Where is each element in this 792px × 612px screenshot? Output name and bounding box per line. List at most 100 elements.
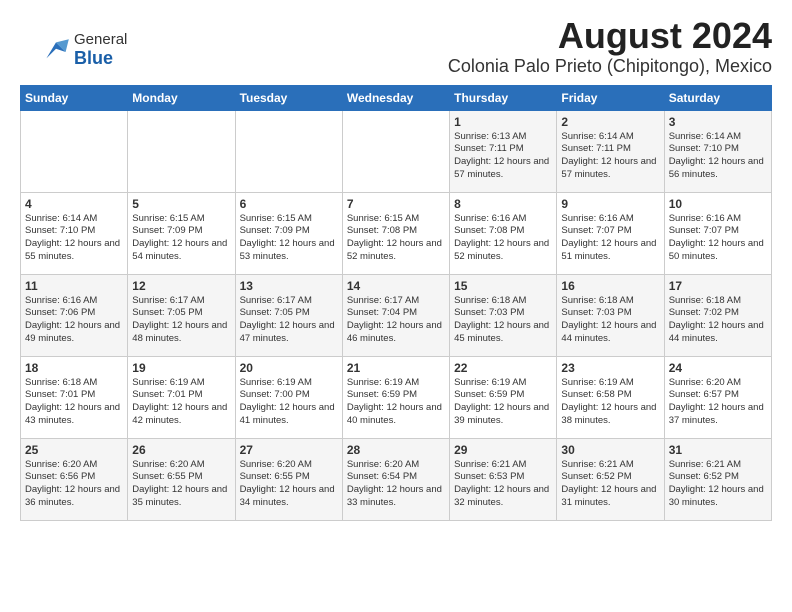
calendar-week-row-2: 4 Sunrise: 6:14 AM Sunset: 7:10 PM Daylig… bbox=[21, 192, 772, 274]
day-number: 16 bbox=[561, 279, 659, 293]
calendar-cell: 5 Sunrise: 6:15 AM Sunset: 7:09 PM Daylig… bbox=[128, 192, 235, 274]
cell-daylight-info: Sunrise: 6:17 AM Sunset: 7:05 PM Dayligh… bbox=[240, 295, 338, 346]
calendar-week-row-5: 25 Sunrise: 6:20 AM Sunset: 6:56 PM Dayli… bbox=[21, 438, 772, 520]
calendar-cell: 19Sunrise: 6:19 AM Sunset: 7:01 PM Dayli… bbox=[128, 356, 235, 438]
calendar-cell: 14 Sunrise: 6:17 AM Sunset: 7:04 PM Dayli… bbox=[342, 274, 449, 356]
cell-daylight-info: Sunrise: 6:19 AM Sunset: 6:58 PM Dayligh… bbox=[561, 377, 659, 428]
cell-daylight-info: Sunrise: 6:18 AM Sunset: 7:02 PM Dayligh… bbox=[669, 295, 767, 346]
calendar-cell: 8 Sunrise: 6:16 AM Sunset: 7:08 PM Daylig… bbox=[450, 192, 557, 274]
logo: General Blue bbox=[40, 32, 127, 68]
day-number: 24 bbox=[669, 361, 767, 375]
cell-daylight-info: Sunrise: 6:14 AM Sunset: 7:10 PM Dayligh… bbox=[669, 131, 767, 182]
cell-daylight-info: Sunrise: 6:15 AM Sunset: 7:09 PM Dayligh… bbox=[240, 213, 338, 264]
calendar-week-row-3: 11 Sunrise: 6:16 AM Sunset: 7:06 PM Dayli… bbox=[21, 274, 772, 356]
day-number: 15 bbox=[454, 279, 552, 293]
weekday-header-row: SundayMondayTuesdayWednesdayThursdayFrid… bbox=[21, 85, 772, 110]
cell-daylight-info: Sunrise: 6:15 AM Sunset: 7:08 PM Dayligh… bbox=[347, 213, 445, 264]
day-number: 6 bbox=[240, 197, 338, 211]
logo-blue-text: Blue bbox=[74, 49, 127, 69]
cell-daylight-info: Sunrise: 6:16 AM Sunset: 7:08 PM Dayligh… bbox=[454, 213, 552, 264]
day-number: 14 bbox=[347, 279, 445, 293]
day-number: 23 bbox=[561, 361, 659, 375]
weekday-header-wednesday: Wednesday bbox=[342, 85, 449, 110]
calendar-cell: 16 Sunrise: 6:18 AM Sunset: 7:03 PM Dayli… bbox=[557, 274, 664, 356]
calendar-week-row-4: 18Sunrise: 6:18 AM Sunset: 7:01 PM Dayli… bbox=[21, 356, 772, 438]
weekday-header-thursday: Thursday bbox=[450, 85, 557, 110]
cell-daylight-info: Sunrise: 6:19 AM Sunset: 6:59 PM Dayligh… bbox=[347, 377, 445, 428]
calendar-cell bbox=[128, 110, 235, 192]
header-section: August 2024 Colonia Palo Prieto (Chipito… bbox=[20, 16, 772, 77]
day-number: 21 bbox=[347, 361, 445, 375]
day-number: 2 bbox=[561, 115, 659, 129]
weekday-header-friday: Friday bbox=[557, 85, 664, 110]
cell-daylight-info: Sunrise: 6:16 AM Sunset: 7:07 PM Dayligh… bbox=[561, 213, 659, 264]
day-number: 7 bbox=[347, 197, 445, 211]
cell-daylight-info: Sunrise: 6:17 AM Sunset: 7:05 PM Dayligh… bbox=[132, 295, 230, 346]
day-number: 10 bbox=[669, 197, 767, 211]
month-year-title: August 2024 bbox=[20, 16, 772, 56]
cell-daylight-info: Sunrise: 6:13 AM Sunset: 7:11 PM Dayligh… bbox=[454, 131, 552, 182]
calendar-cell: 23 Sunrise: 6:19 AM Sunset: 6:58 PM Dayli… bbox=[557, 356, 664, 438]
calendar-cell: 20 Sunrise: 6:19 AM Sunset: 7:00 PM Dayli… bbox=[235, 356, 342, 438]
cell-daylight-info: Sunrise: 6:19 AM Sunset: 7:00 PM Dayligh… bbox=[240, 377, 338, 428]
logo-general-text: General bbox=[74, 32, 127, 49]
calendar-cell: 9 Sunrise: 6:16 AM Sunset: 7:07 PM Daylig… bbox=[557, 192, 664, 274]
calendar-cell: 6 Sunrise: 6:15 AM Sunset: 7:09 PM Daylig… bbox=[235, 192, 342, 274]
cell-daylight-info: Sunrise: 6:18 AM Sunset: 7:03 PM Dayligh… bbox=[561, 295, 659, 346]
calendar-week-row-1: 1 Sunrise: 6:13 AM Sunset: 7:11 PM Daylig… bbox=[21, 110, 772, 192]
calendar-cell: 12Sunrise: 6:17 AM Sunset: 7:05 PM Dayli… bbox=[128, 274, 235, 356]
weekday-header-sunday: Sunday bbox=[21, 85, 128, 110]
day-number: 29 bbox=[454, 443, 552, 457]
day-number: 25 bbox=[25, 443, 123, 457]
cell-daylight-info: Sunrise: 6:20 AM Sunset: 6:57 PM Dayligh… bbox=[669, 377, 767, 428]
top-area: General Blue August 2024 Colonia Palo Pr… bbox=[20, 16, 772, 77]
day-number: 11 bbox=[25, 279, 123, 293]
day-number: 8 bbox=[454, 197, 552, 211]
calendar-table: SundayMondayTuesdayWednesdayThursdayFrid… bbox=[20, 85, 772, 521]
cell-daylight-info: Sunrise: 6:15 AM Sunset: 7:09 PM Dayligh… bbox=[132, 213, 230, 264]
day-number: 4 bbox=[25, 197, 123, 211]
cell-daylight-info: Sunrise: 6:16 AM Sunset: 7:07 PM Dayligh… bbox=[669, 213, 767, 264]
calendar-cell: 29Sunrise: 6:21 AM Sunset: 6:53 PM Dayli… bbox=[450, 438, 557, 520]
calendar-cell: 4 Sunrise: 6:14 AM Sunset: 7:10 PM Daylig… bbox=[21, 192, 128, 274]
cell-daylight-info: Sunrise: 6:18 AM Sunset: 7:01 PM Dayligh… bbox=[25, 377, 123, 428]
calendar-cell: 31Sunrise: 6:21 AM Sunset: 6:52 PM Dayli… bbox=[664, 438, 771, 520]
calendar-cell: 24 Sunrise: 6:20 AM Sunset: 6:57 PM Dayli… bbox=[664, 356, 771, 438]
day-number: 28 bbox=[347, 443, 445, 457]
calendar-cell: 13 Sunrise: 6:17 AM Sunset: 7:05 PM Dayli… bbox=[235, 274, 342, 356]
day-number: 26 bbox=[132, 443, 230, 457]
day-number: 22 bbox=[454, 361, 552, 375]
day-number: 5 bbox=[132, 197, 230, 211]
cell-daylight-info: Sunrise: 6:17 AM Sunset: 7:04 PM Dayligh… bbox=[347, 295, 445, 346]
calendar-cell: 21 Sunrise: 6:19 AM Sunset: 6:59 PM Dayli… bbox=[342, 356, 449, 438]
day-number: 27 bbox=[240, 443, 338, 457]
day-number: 30 bbox=[561, 443, 659, 457]
day-number: 13 bbox=[240, 279, 338, 293]
calendar-cell: 26 Sunrise: 6:20 AM Sunset: 6:55 PM Dayli… bbox=[128, 438, 235, 520]
weekday-header-monday: Monday bbox=[128, 85, 235, 110]
day-number: 20 bbox=[240, 361, 338, 375]
cell-daylight-info: Sunrise: 6:14 AM Sunset: 7:10 PM Dayligh… bbox=[25, 213, 123, 264]
calendar-cell: 15Sunrise: 6:18 AM Sunset: 7:03 PM Dayli… bbox=[450, 274, 557, 356]
calendar-cell bbox=[235, 110, 342, 192]
calendar-cell: 27 Sunrise: 6:20 AM Sunset: 6:55 PM Dayli… bbox=[235, 438, 342, 520]
cell-daylight-info: Sunrise: 6:19 AM Sunset: 6:59 PM Dayligh… bbox=[454, 377, 552, 428]
cell-daylight-info: Sunrise: 6:16 AM Sunset: 7:06 PM Dayligh… bbox=[25, 295, 123, 346]
calendar-cell: 28 Sunrise: 6:20 AM Sunset: 6:54 PM Dayli… bbox=[342, 438, 449, 520]
cell-daylight-info: Sunrise: 6:21 AM Sunset: 6:52 PM Dayligh… bbox=[561, 459, 659, 510]
calendar-cell: 10 Sunrise: 6:16 AM Sunset: 7:07 PM Dayli… bbox=[664, 192, 771, 274]
day-number: 1 bbox=[454, 115, 552, 129]
cell-daylight-info: Sunrise: 6:20 AM Sunset: 6:55 PM Dayligh… bbox=[132, 459, 230, 510]
logo-bird-icon bbox=[40, 36, 72, 64]
cell-daylight-info: Sunrise: 6:20 AM Sunset: 6:56 PM Dayligh… bbox=[25, 459, 123, 510]
cell-daylight-info: Sunrise: 6:20 AM Sunset: 6:54 PM Dayligh… bbox=[347, 459, 445, 510]
day-number: 9 bbox=[561, 197, 659, 211]
calendar-cell: 3Sunrise: 6:14 AM Sunset: 7:10 PM Daylig… bbox=[664, 110, 771, 192]
calendar-cell: 7 Sunrise: 6:15 AM Sunset: 7:08 PM Daylig… bbox=[342, 192, 449, 274]
calendar-cell: 30 Sunrise: 6:21 AM Sunset: 6:52 PM Dayli… bbox=[557, 438, 664, 520]
cell-daylight-info: Sunrise: 6:20 AM Sunset: 6:55 PM Dayligh… bbox=[240, 459, 338, 510]
cell-daylight-info: Sunrise: 6:21 AM Sunset: 6:52 PM Dayligh… bbox=[669, 459, 767, 510]
calendar-cell: 25 Sunrise: 6:20 AM Sunset: 6:56 PM Dayli… bbox=[21, 438, 128, 520]
calendar-cell: 2Sunrise: 6:14 AM Sunset: 7:11 PM Daylig… bbox=[557, 110, 664, 192]
weekday-header-saturday: Saturday bbox=[664, 85, 771, 110]
